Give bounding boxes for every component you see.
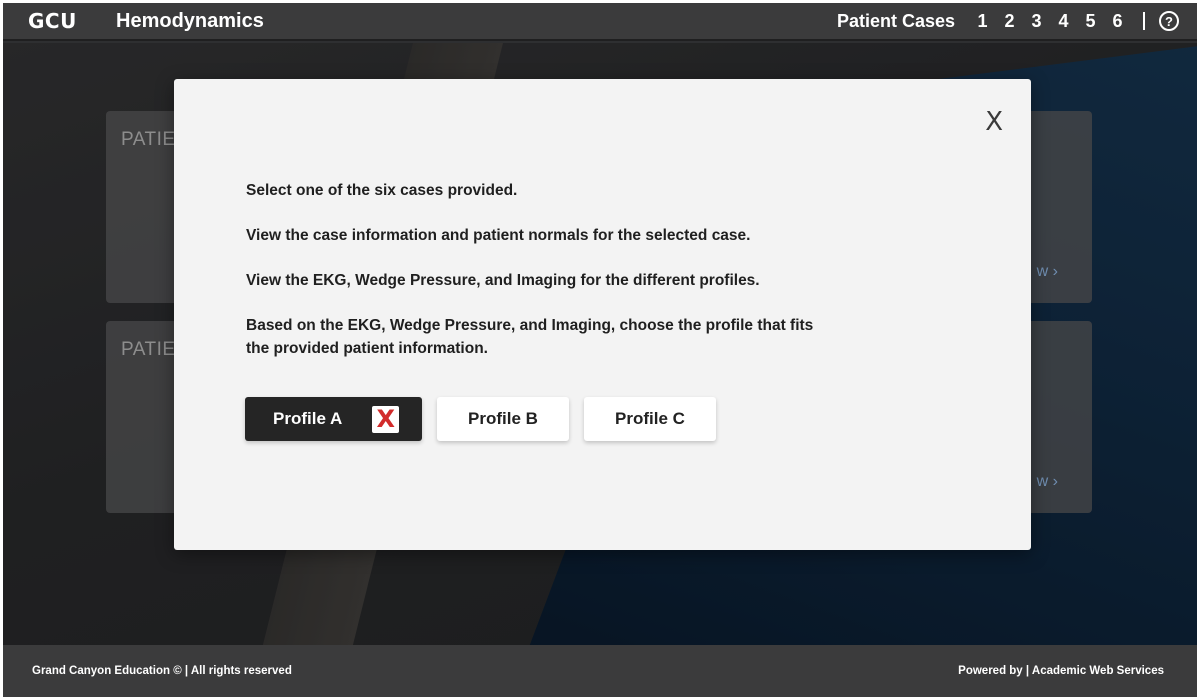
header-bar: GCU Hemodynamics Patient Cases 1 2 3 4 5…	[3, 3, 1197, 41]
instruction-text: Based on the EKG, Wedge Pressure, and Im…	[246, 317, 814, 357]
profile-a-label: Profile A	[273, 409, 343, 428]
close-icon[interactable]: X	[985, 107, 1003, 137]
card-title: PATIE	[121, 129, 176, 150]
instructions-list: Select one of the six cases provided. Vi…	[246, 179, 826, 382]
help-icon[interactable]: ?	[1159, 11, 1179, 31]
case-link-1[interactable]: 1	[969, 11, 996, 32]
instruction-text: Select one of the six cases provided.	[246, 182, 518, 199]
app-title: Hemodynamics	[116, 9, 264, 32]
case-navigation: Patient Cases 1 2 3 4 5 6 ?	[837, 3, 1179, 39]
profile-a-button[interactable]: Profile A X	[245, 397, 422, 441]
card-view-link[interactable]: w ›	[1037, 473, 1058, 491]
instruction-text: View the case information and patient no…	[246, 227, 751, 244]
profile-b-label: Profile B	[468, 409, 538, 428]
patient-cases-label: Patient Cases	[836, 10, 955, 31]
nav-divider	[1143, 12, 1145, 30]
profile-b-button[interactable]: Profile B	[437, 397, 569, 441]
case-link-6[interactable]: 6	[1104, 11, 1131, 32]
profile-c-label: Profile C	[615, 409, 685, 428]
footer-bar: Grand Canyon Education © | All rights re…	[3, 645, 1197, 697]
profile-buttons: Profile A X Profile B Profile C	[245, 397, 716, 441]
app-frame: PATIE w › PATIE w › GCU Hemodynamics Pat…	[3, 3, 1197, 697]
instructions-modal: X Select one of the six cases provided. …	[174, 79, 1031, 550]
copyright-text: Grand Canyon Education © | All rights re…	[32, 665, 292, 677]
gcu-logo[interactable]: GCU	[28, 9, 88, 33]
card-view-link[interactable]: w ›	[1037, 263, 1058, 281]
x-mark-icon: X	[372, 405, 400, 433]
case-link-3[interactable]: 3	[1023, 11, 1050, 32]
instruction-text: View the EKG, Wedge Pressure, and Imagin…	[246, 272, 760, 289]
case-link-2[interactable]: 2	[996, 11, 1023, 32]
card-title: PATIE	[121, 339, 176, 360]
powered-by-text: Powered by | Academic Web Services	[958, 665, 1164, 677]
case-link-5[interactable]: 5	[1077, 11, 1104, 32]
profile-c-button[interactable]: Profile C	[584, 397, 716, 441]
case-link-4[interactable]: 4	[1050, 11, 1077, 32]
